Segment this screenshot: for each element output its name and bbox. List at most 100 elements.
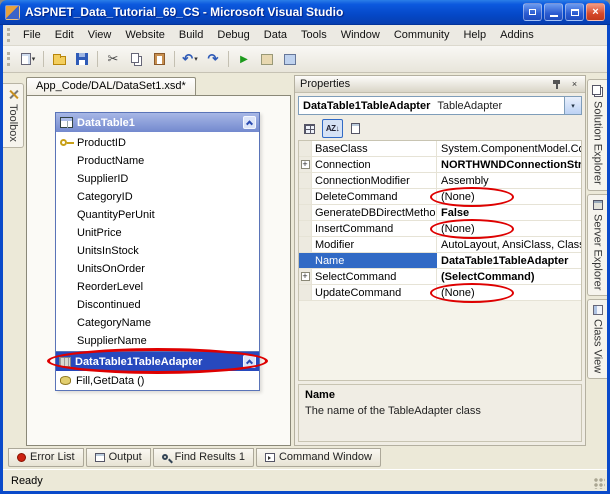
property-row-connectionmodifier[interactable]: ConnectionModifier Assembly — [299, 173, 581, 189]
property-row-modifier[interactable]: Modifier AutoLayout, AnsiClass, Class, — [299, 237, 581, 253]
menu-help[interactable]: Help — [456, 26, 493, 44]
field-row[interactable]: UnitsInStock — [56, 242, 259, 260]
field-row[interactable]: ProductName — [56, 152, 259, 170]
field-row[interactable]: SupplierID — [56, 170, 259, 188]
property-row-name[interactable]: Name DataTable1TableAdapter — [299, 253, 581, 269]
menu-data[interactable]: Data — [257, 26, 294, 44]
datatable-header[interactable]: DataTable1 — [56, 113, 259, 132]
alphabetical-button[interactable]: AZ↓ — [322, 119, 343, 138]
toolbox-tab[interactable]: Toolbox — [3, 83, 24, 148]
class-view-tab[interactable]: Class View — [587, 299, 607, 380]
property-value[interactable]: (None) — [437, 189, 581, 204]
property-value[interactable]: (None) — [437, 285, 581, 300]
cut-icon: ✂ — [107, 51, 119, 66]
property-value[interactable]: (None) — [437, 221, 581, 236]
resize-grip[interactable] — [593, 477, 605, 489]
cut-button[interactable]: ✂ — [102, 49, 124, 70]
toolbar-grip[interactable] — [7, 52, 12, 66]
properties-titlebar[interactable]: Properties × — [295, 76, 585, 93]
property-value[interactable]: DataTable1TableAdapter — [437, 253, 581, 268]
combobox-dropdown-button[interactable]: ▾ — [564, 97, 581, 114]
auto-hide-pin-button[interactable] — [549, 78, 564, 91]
output-tab[interactable]: Output — [85, 448, 151, 467]
new-item-button[interactable]: ▾ — [17, 49, 39, 70]
object-selector-combobox[interactable]: DataTable1TableAdapter TableAdapter ▾ — [298, 96, 582, 115]
menu-window[interactable]: Window — [334, 26, 387, 44]
property-value[interactable]: NORTHWNDConnectionStr — [437, 157, 581, 172]
field-row[interactable]: UnitPrice — [56, 224, 259, 242]
menu-file[interactable]: File — [16, 26, 48, 44]
undo-button[interactable]: ↶ ▾ — [179, 49, 201, 70]
server-explorer-tab[interactable]: Server Explorer — [587, 193, 607, 297]
property-row-updatecommand[interactable]: UpdateCommand (None) — [299, 283, 581, 303]
property-row-generatedbdirectmethods[interactable]: GenerateDBDirectMethod False — [299, 205, 581, 221]
property-value[interactable]: System.ComponentModel.Con — [437, 141, 581, 156]
error-list-icon — [17, 452, 26, 462]
toolbox-label: Toolbox — [7, 104, 19, 142]
property-pages-button[interactable] — [345, 119, 366, 138]
menu-build[interactable]: Build — [172, 26, 210, 44]
open-folder-icon — [52, 54, 66, 65]
tableadapter-collapse-button[interactable] — [243, 355, 256, 368]
menu-debug[interactable]: Debug — [210, 26, 256, 44]
field-icon-slot — [60, 155, 73, 167]
menu-tools[interactable]: Tools — [294, 26, 334, 44]
categorized-button[interactable] — [299, 119, 320, 138]
menu-community[interactable]: Community — [387, 26, 457, 44]
field-row[interactable]: SupplierName — [56, 332, 259, 350]
description-text: The name of the TableAdapter class — [305, 405, 481, 417]
property-row-deletecommand[interactable]: DeleteCommand (None) — [299, 187, 581, 207]
expand-icon[interactable]: + — [300, 272, 310, 281]
paste-button[interactable] — [148, 49, 170, 70]
property-value[interactable]: AutoLayout, AnsiClass, Class, — [437, 237, 581, 252]
field-row[interactable]: CategoryName — [56, 314, 259, 332]
field-icon-slot — [60, 209, 73, 221]
output-label: Output — [108, 451, 142, 463]
window-float-button[interactable] — [523, 3, 542, 21]
property-value[interactable]: Assembly — [437, 173, 581, 188]
menu-edit[interactable]: Edit — [48, 26, 81, 44]
menu-grip[interactable] — [7, 28, 12, 42]
tableadapter-methods-row[interactable]: Fill,GetData () — [56, 371, 259, 390]
find-results-tab[interactable]: Find Results 1 — [152, 448, 254, 467]
open-file-button[interactable] — [48, 49, 70, 70]
tableadapter-row[interactable]: DataTable1TableAdapter — [47, 348, 268, 374]
datatable-box[interactable]: DataTable1 ProductID ProductName Supplie… — [47, 112, 268, 391]
start-debug-button[interactable]: ▶ — [233, 49, 255, 70]
solution-explorer-tab[interactable]: Solution Explorer — [587, 79, 607, 191]
property-row-connection[interactable]: + Connection NORTHWNDConnectionStr — [299, 157, 581, 173]
expand-icon[interactable]: + — [300, 160, 310, 169]
field-row[interactable]: QuantityPerUnit — [56, 206, 259, 224]
properties-window-button[interactable] — [279, 49, 301, 70]
property-row-selectcommand[interactable]: + SelectCommand (SelectCommand) — [299, 269, 581, 285]
property-value[interactable]: False — [437, 205, 581, 220]
command-window-label: Command Window — [278, 451, 372, 463]
property-value[interactable]: (SelectCommand) — [437, 269, 581, 284]
menu-addins[interactable]: Addins — [493, 26, 541, 44]
save-button[interactable] — [71, 49, 93, 70]
error-list-tab[interactable]: Error List — [8, 448, 84, 467]
menu-website[interactable]: Website — [118, 26, 172, 44]
command-window-tab[interactable]: Command Window — [255, 448, 381, 467]
primary-key-icon-slot — [60, 137, 74, 149]
dataset-designer-canvas[interactable]: DataTable1 ProductID ProductName Supplie… — [26, 95, 291, 446]
field-row[interactable]: CategoryID — [56, 188, 259, 206]
menu-view[interactable]: View — [81, 26, 119, 44]
minimize-button[interactable] — [544, 3, 563, 21]
field-row[interactable]: UnitsOnOrder — [56, 260, 259, 278]
close-button[interactable]: × — [586, 3, 605, 21]
field-row[interactable]: ReorderLevel — [56, 278, 259, 296]
solution-explorer-button[interactable] — [256, 49, 278, 70]
datatable-collapse-button[interactable] — [243, 116, 256, 129]
copy-button[interactable] — [125, 49, 147, 70]
field-row[interactable]: Discontinued — [56, 296, 259, 314]
categorized-icon — [304, 123, 315, 134]
field-row-productid[interactable]: ProductID — [56, 134, 259, 152]
document-tab[interactable]: App_Code/DAL/DataSet1.xsd* — [26, 77, 196, 95]
tableadapter-methods: Fill,GetData () — [76, 374, 145, 387]
restore-button[interactable] — [565, 3, 584, 21]
properties-close-button[interactable]: × — [567, 78, 582, 91]
property-row-insertcommand[interactable]: InsertCommand (None) — [299, 219, 581, 239]
redo-button[interactable]: ↷ — [202, 49, 224, 70]
property-row-baseclass[interactable]: BaseClass System.ComponentModel.Con — [299, 141, 581, 157]
